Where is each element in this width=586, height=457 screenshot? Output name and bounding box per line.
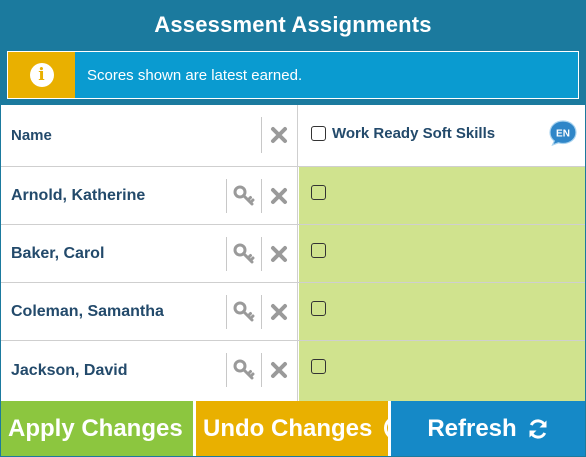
close-icon bbox=[271, 362, 287, 378]
student-key-button[interactable] bbox=[226, 295, 261, 329]
assessment-cell bbox=[299, 283, 585, 340]
info-icon-container: i bbox=[8, 52, 75, 98]
clear-all-button[interactable] bbox=[261, 117, 296, 153]
info-icon: i bbox=[29, 63, 54, 87]
student-name-cell: Coleman, Samantha bbox=[1, 283, 298, 340]
key-icon bbox=[233, 359, 255, 380]
student-name-cell: Jackson, David bbox=[1, 341, 298, 401]
assessment-checkbox[interactable] bbox=[311, 301, 326, 316]
apply-changes-button[interactable]: Apply Changes bbox=[1, 401, 193, 456]
assessment-checkbox[interactable] bbox=[311, 359, 326, 374]
assessment-cell bbox=[299, 341, 585, 401]
info-band: i Scores shown are latest earned. bbox=[1, 49, 585, 105]
student-name: Jackson, David bbox=[11, 362, 128, 379]
table-row: Jackson, David bbox=[1, 341, 585, 401]
student-name-cell: Baker, Carol bbox=[1, 225, 298, 282]
refresh-icon bbox=[529, 418, 547, 439]
assessment-column-header: Work Ready Soft Skills EN bbox=[299, 105, 585, 166]
assessment-cell bbox=[299, 167, 585, 224]
student-remove-button[interactable] bbox=[261, 295, 296, 329]
info-message-box: i Scores shown are latest earned. bbox=[7, 51, 579, 99]
select-all-checkbox[interactable] bbox=[311, 126, 326, 141]
name-column-header: Name bbox=[1, 105, 298, 166]
assessment-checkbox[interactable] bbox=[311, 243, 326, 258]
close-icon bbox=[271, 246, 287, 262]
table-row: Baker, Carol bbox=[1, 225, 585, 283]
table-row: Coleman, Samantha bbox=[1, 283, 585, 341]
key-icon bbox=[233, 185, 255, 206]
student-name: Coleman, Samantha bbox=[11, 302, 164, 320]
close-icon bbox=[271, 127, 287, 143]
assessment-header-label: Work Ready Soft Skills bbox=[332, 125, 496, 142]
refresh-label: Refresh bbox=[427, 414, 517, 442]
page-title: Assessment Assignments bbox=[154, 12, 432, 37]
student-name: Arnold, Katherine bbox=[11, 186, 146, 204]
language-badge-text: EN bbox=[556, 129, 570, 140]
close-icon bbox=[271, 188, 287, 204]
undo-changes-label: Undo Changes bbox=[203, 414, 373, 442]
undo-icon bbox=[384, 416, 388, 440]
apply-changes-label: Apply Changes bbox=[8, 414, 183, 442]
table-row: Arnold, Katherine bbox=[1, 167, 585, 225]
table-header-row: Name Work Ready Soft Skills EN bbox=[1, 105, 585, 167]
language-en-icon[interactable]: EN bbox=[549, 120, 577, 146]
key-icon bbox=[233, 301, 255, 322]
student-key-button[interactable] bbox=[226, 353, 261, 387]
key-icon bbox=[233, 243, 255, 264]
assessment-checkbox[interactable] bbox=[311, 185, 326, 200]
name-header-label: Name bbox=[11, 127, 52, 144]
refresh-button[interactable]: Refresh bbox=[391, 401, 585, 456]
undo-changes-button[interactable]: Undo Changes bbox=[196, 401, 388, 456]
action-bar: Apply Changes Undo Changes Refresh bbox=[1, 401, 585, 456]
assessment-cell bbox=[299, 225, 585, 282]
assessment-assignments-panel: Assessment Assignments i Scores shown ar… bbox=[0, 0, 586, 457]
close-icon bbox=[271, 304, 287, 320]
student-remove-button[interactable] bbox=[261, 353, 296, 387]
info-message: Scores shown are latest earned. bbox=[87, 66, 303, 84]
student-name-cell: Arnold, Katherine bbox=[1, 167, 298, 224]
student-remove-button[interactable] bbox=[261, 179, 296, 213]
student-name: Baker, Carol bbox=[11, 244, 105, 262]
panel-header: Assessment Assignments bbox=[1, 1, 585, 49]
student-key-button[interactable] bbox=[226, 237, 261, 271]
student-key-button[interactable] bbox=[226, 179, 261, 213]
student-remove-button[interactable] bbox=[261, 237, 296, 271]
